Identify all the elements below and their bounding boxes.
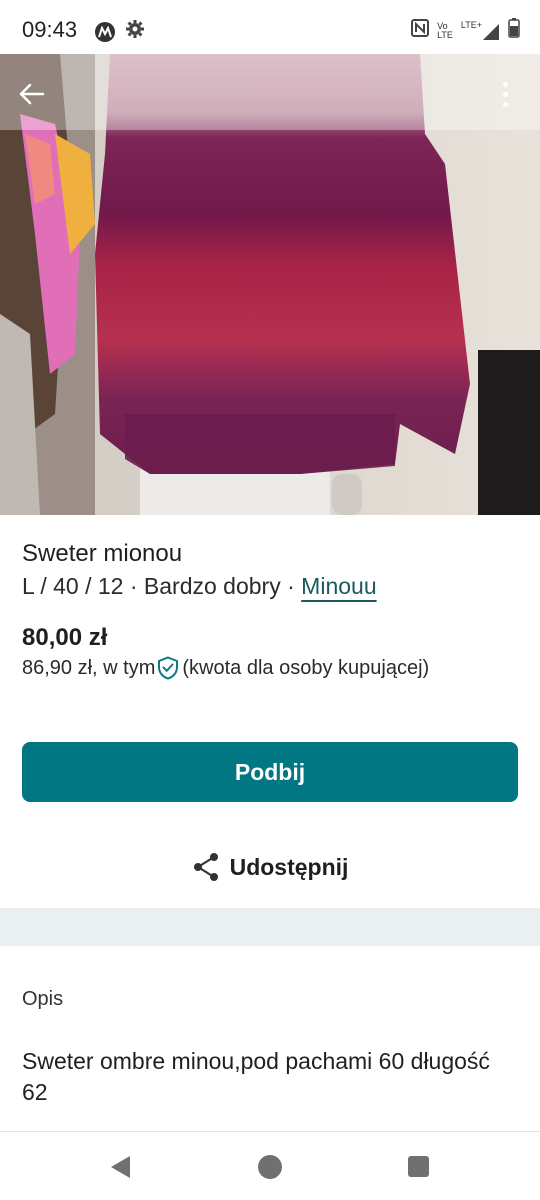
share-label: Udostępnij (229, 853, 349, 880)
section-divider (0, 908, 540, 946)
item-size: L / 40 / 12 (22, 573, 124, 599)
more-vertical-icon-dot (502, 81, 508, 87)
item-price: 80,00 zł (22, 624, 108, 651)
more-options-button[interactable] (490, 76, 520, 112)
nav-back-button[interactable] (108, 1154, 134, 1180)
nav-home-button[interactable] (258, 1155, 282, 1179)
product-photo[interactable] (0, 54, 540, 515)
system-nav-bar (0, 1132, 540, 1200)
volte-bottom-label: LTE (437, 29, 453, 40)
back-button[interactable] (14, 76, 50, 112)
item-details: L / 40 / 12 · Bardzo dobry · Minouu (22, 570, 522, 602)
share-button[interactable]: Udostępnij (0, 840, 540, 894)
motorola-icon (95, 21, 115, 42)
description-text: Sweter ombre minou,pod pachami 60 długoś… (22, 1048, 490, 1105)
buyer-price-row[interactable]: 86,90 zł, w tym (kwota dla osoby kupując… (22, 656, 429, 680)
battery-icon (508, 18, 520, 43)
settings-icon (125, 19, 145, 44)
buyer-price-note: (kwota dla osoby kupującej) (182, 656, 430, 679)
nfc-icon (411, 19, 430, 42)
status-left-icons (95, 19, 145, 44)
nav-back-triangle-icon (111, 1156, 130, 1178)
buyer-price: 86,90 zł, w tym (22, 656, 156, 679)
status-time: 09:43 (22, 17, 78, 42)
bump-button[interactable]: Podbij (22, 742, 518, 802)
item-title: Sweter mionou (22, 540, 183, 567)
buyer-protection-shield-icon[interactable] (157, 656, 179, 680)
photo-top-overlay (0, 54, 540, 130)
nav-recents-button[interactable] (408, 1156, 429, 1177)
brand-link[interactable]: Minouu (301, 573, 376, 599)
status-right-icons: Vo LTE LTE+ (411, 18, 520, 43)
item-condition: Bardzo dobry (143, 573, 281, 599)
more-vertical-icon-dot (502, 91, 508, 97)
meta-separator: · (123, 573, 144, 599)
item-info: Sweter mionou L / 40 / 12 · Bardzo dobry… (22, 540, 522, 602)
signal-icon: LTE+ (460, 19, 500, 41)
back-arrow-icon (19, 83, 45, 105)
status-bar: 09:43 Vo LTE LTE+ (0, 0, 540, 54)
volte-icon: Vo LTE (437, 21, 453, 40)
description-heading: Opis (22, 988, 64, 1010)
network-type-label: LTE+ (460, 19, 482, 30)
more-vertical-icon-dot (502, 101, 508, 107)
meta-separator: · (280, 573, 302, 599)
share-icon (193, 853, 218, 881)
